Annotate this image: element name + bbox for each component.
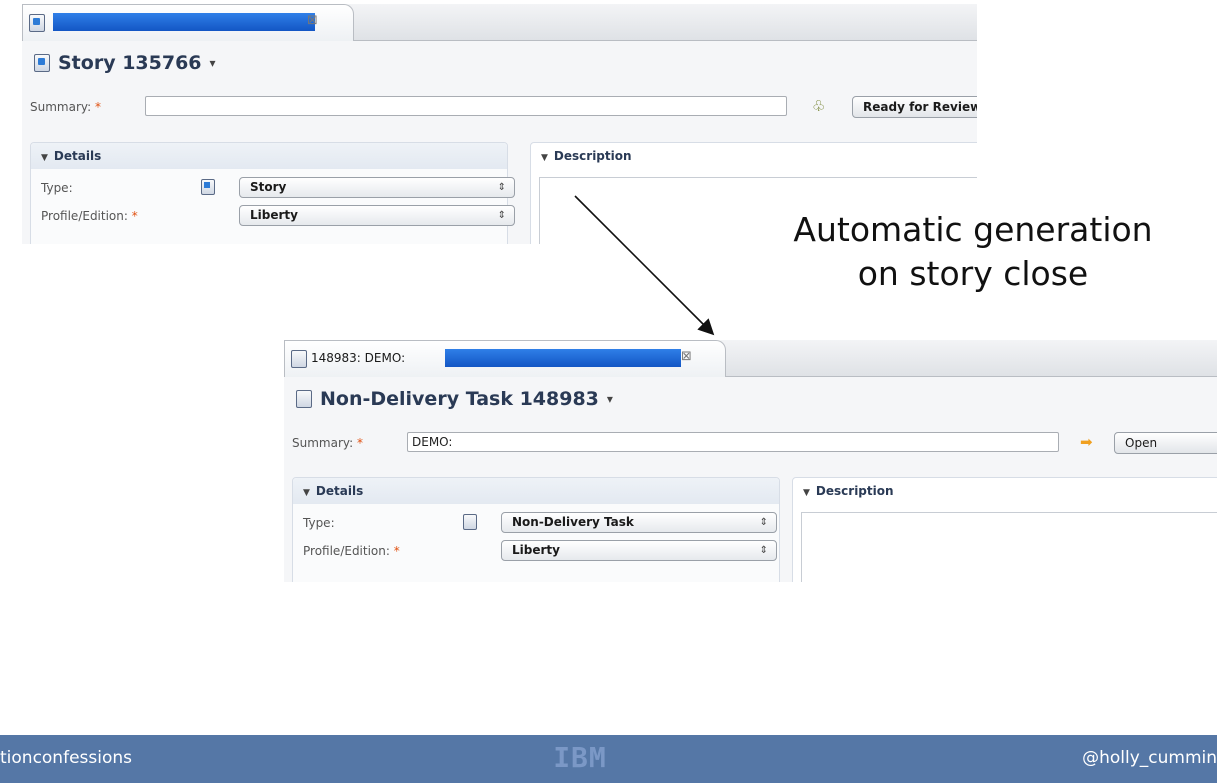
annotation-line-1: Automatic generation [793,210,1153,249]
type-select[interactable]: Non-Delivery Task ⇕ [501,512,777,533]
profile-field-row: Profile/Edition: * Liberty ⇕ [41,205,515,227]
close-tab-icon[interactable]: ⊠ [681,348,692,366]
work-item-header: Non-Delivery Task 148983 ▾ [296,388,613,416]
select-arrows-icon: ⇕ [497,210,506,221]
summary-row: Summary: * ♧ Ready for Review [30,96,977,120]
type-field-row: Type: Non-Delivery Task ⇕ [303,512,783,534]
details-section-header[interactable]: ▼ Details [293,478,779,504]
tab-title-selection [445,349,681,367]
expand-triangle-icon: ▼ [541,153,548,163]
select-arrows-icon: ⇕ [497,182,506,193]
profile-label: Profile/Edition: * [41,209,138,223]
editor-tab-story[interactable]: ⊠ [22,4,354,41]
required-marker: * [131,209,138,223]
editor-tab-task[interactable]: 148983: DEMO: ⊠ [284,340,726,377]
summary-input[interactable] [145,96,787,116]
story-icon [34,54,50,72]
summary-label: Summary: * [292,436,363,450]
annotation-line-2: on story close [857,254,1089,293]
summary-row: Summary: * ➡ Open [292,432,1217,456]
details-section: ▼ Details Type: Non-Delivery Task ⇕ Profil… [292,477,780,582]
type-label: Type: [303,516,335,530]
description-heading: Description [553,149,632,163]
select-arrows-icon: ⇕ [759,545,768,556]
type-select[interactable]: Story ⇕ [239,177,515,198]
description-editor[interactable] [801,512,1217,582]
required-marker: * [95,100,101,114]
story-icon [29,14,45,32]
profile-select[interactable]: Liberty ⇕ [239,205,515,226]
task-icon [463,514,477,530]
workflow-state-icon: ♧ [812,97,826,115]
profile-label: Profile/Edition: * [303,544,400,558]
editor-tab-bar: ⊠ [22,4,977,41]
profile-field-row: Profile/Edition: * Liberty ⇕ [303,540,783,562]
type-label: Type: [41,181,73,195]
tab-title-selection [53,13,315,31]
chevron-down-icon[interactable]: ▾ [210,56,216,70]
description-heading: Description [815,484,894,498]
description-section: ▼ Description [792,477,1217,582]
annotation-text: Automatic generation on story close [748,208,1198,296]
expand-triangle-icon: ▼ [303,488,310,498]
work-item-header: Story 135766 ▾ [34,52,216,80]
summary-label: Summary: * [30,100,101,114]
select-arrows-icon: ⇕ [759,517,768,528]
expand-triangle-icon: ▼ [803,488,810,498]
editor-tab-bar: 148983: DEMO: ⊠ [284,340,1217,377]
type-field-row: Type: Story ⇕ [41,177,515,199]
work-item-title: Non-Delivery Task 148983 [320,388,599,410]
workflow-state-button[interactable]: Ready for Review [852,96,977,118]
description-section-header[interactable]: ▼ Description [531,143,977,169]
profile-select[interactable]: Liberty ⇕ [501,540,777,561]
details-section-header[interactable]: ▼ Details [31,143,507,169]
details-heading: Details [315,484,364,498]
task-icon [291,350,307,368]
details-section: ▼ Details Type: Story ⇕ Profile/Edition: *… [30,142,515,244]
slide-footer: tionconfessions IBM @holly_cummin [0,735,1217,783]
footer-twitter-handle: @holly_cummin [1082,748,1217,768]
required-marker: * [357,436,363,450]
tab-title: 148983: DEMO: [311,351,406,365]
close-tab-icon[interactable]: ⊠ [307,12,318,30]
task-editor-window: 148983: DEMO: ⊠ Non-Delivery Task 148983… [284,340,1217,582]
arrow-right-icon: ➡ [1080,433,1093,451]
chevron-down-icon[interactable]: ▾ [607,392,613,406]
work-item-title: Story 135766 [58,52,202,74]
task-icon [296,390,312,408]
story-icon [201,179,215,195]
details-heading: Details [53,149,102,163]
expand-triangle-icon: ▼ [41,153,48,163]
workflow-state-button[interactable]: Open [1114,432,1217,454]
footer-hashtag: tionconfessions [0,748,132,768]
summary-input[interactable] [407,432,1059,452]
description-section-header[interactable]: ▼ Description [793,478,1217,504]
required-marker: * [393,544,400,558]
ibm-logo: IBM [553,741,607,774]
